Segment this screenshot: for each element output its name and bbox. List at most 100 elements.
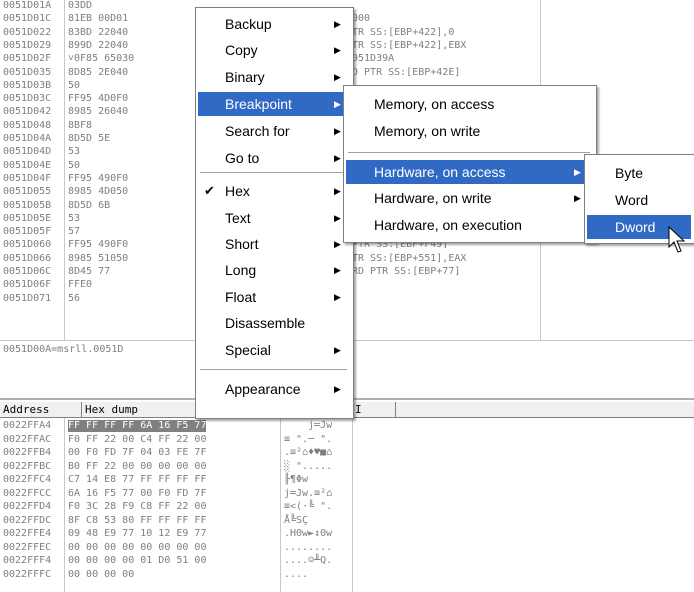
menu-item-search-for[interactable]: Search for ▶ xyxy=(198,119,349,143)
dump-row[interactable]: 0022FFF4 00 00 00 00 01 D0 51 00 ....☺╨Q. xyxy=(0,555,694,567)
dump-ascii: ╟¶Φw xyxy=(284,474,333,485)
menu-item-disassemble[interactable]: Disassemble xyxy=(198,311,349,335)
menu-item-label: Short xyxy=(225,236,259,252)
menu-item-label: Dword xyxy=(615,219,656,235)
menu-item-backup[interactable]: Backup ▶ xyxy=(198,12,349,36)
menu-item-label: Breakpoint xyxy=(225,96,292,112)
disasm-hex: 53 xyxy=(68,212,81,224)
disasm-address: 0051D06C xyxy=(3,266,52,277)
submenu-arrow-icon: ▶ xyxy=(334,265,341,275)
disasm-comment: 051D39A xyxy=(352,53,395,65)
disasm-hex: 8D5D 6B xyxy=(68,199,111,211)
disasm-comment: TR SS:[EBP+422],0 xyxy=(352,26,455,38)
menu-item-text[interactable]: Text ▶ xyxy=(198,206,349,230)
dump-row[interactable]: 0022FFEC 00 00 00 00 00 00 00 00........ xyxy=(0,542,694,554)
dump-ascii: j═Jw.≡²⌂ xyxy=(284,487,333,499)
disasm-address: 0051D055 xyxy=(3,186,52,198)
disasm-hex: 8D45 77 xyxy=(68,266,111,277)
dump-ascii: ░ "..... xyxy=(284,460,333,472)
menu-item-hex[interactable]: ✔ Hex ▶ xyxy=(198,179,349,203)
dump-address: 0022FFE4 xyxy=(3,528,52,539)
menu-item-long[interactable]: Long ▶ xyxy=(198,258,349,282)
menu-separator xyxy=(200,172,347,173)
dump-row[interactable]: 0022FFBC B0 FF 22 00 00 00 00 00 ░ "..... xyxy=(0,461,694,473)
menu-item-float[interactable]: Float ▶ xyxy=(198,285,349,309)
info-line: 0051D00A=msrll.0051D xyxy=(3,344,124,355)
menu-item-label: Long xyxy=(225,262,257,278)
dump-hex: 00 00 00 00 00 00 00 00 xyxy=(68,541,207,553)
dump-ascii: ≡<(·╚ ". xyxy=(284,501,333,512)
dump-row[interactable]: 0022FFE4 09 48 E9 77 10 12 E9 77 .HΘw►↕Θw xyxy=(0,528,694,540)
menu-item-label: Binary xyxy=(225,69,265,85)
breakpoint-memory-on-write[interactable]: Memory, on write xyxy=(346,119,592,143)
menu-item-breakpoint[interactable]: Breakpoint ▶ xyxy=(198,92,349,116)
menu-item-appearance[interactable]: Appearance ▶ xyxy=(198,377,349,401)
dump-row[interactable]: 0022FFDC 8F C8 53 80 FF FF FF FF Å╚SÇ xyxy=(0,515,694,527)
menu-item-label: Memory, on write xyxy=(374,123,481,139)
disasm-address: 0051D05E xyxy=(3,212,52,224)
menu-item-short[interactable]: Short ▶ xyxy=(198,232,349,256)
menu-item-label: Search for xyxy=(225,123,290,139)
menu-item-label: Word xyxy=(615,192,649,208)
submenu-arrow-icon: ▶ xyxy=(574,193,581,203)
disasm-address: 0051D05B xyxy=(3,199,52,211)
breakpoint-hardware-on-write[interactable]: Hardware, on write ▶ xyxy=(346,186,592,210)
menu-item-go-to[interactable]: Go to ▶ xyxy=(198,146,349,170)
disasm-hex: 50 xyxy=(68,159,81,171)
dump-hex: B0 FF 22 00 00 00 00 00 xyxy=(68,460,207,472)
dump-row[interactable]: 0022FFA4 FF FF FF FF 6A 16 F5 77 j═Jw xyxy=(0,420,694,432)
menu-item-label: Hardware, on access xyxy=(374,164,506,180)
menu-item-label: Hex xyxy=(225,183,250,199)
disasm-address: 0051D03B xyxy=(3,79,52,91)
disasm-comment: TR SS:[EBP+551],EAX xyxy=(352,252,467,264)
menu-item-label: Copy xyxy=(225,42,258,58)
dump-row[interactable]: 0022FFFC 00 00 00 00.... xyxy=(0,569,694,581)
dump-ascii: ........ xyxy=(284,541,333,553)
dump-ascii: j═Jw xyxy=(284,420,333,431)
disasm-address: 0051D01A xyxy=(3,0,52,11)
breakpoint-hardware-on-execution[interactable]: Hardware, on execution xyxy=(346,213,592,237)
column-header-address[interactable]: Address xyxy=(0,402,82,417)
menu-item-label: Backup xyxy=(225,16,272,32)
dump-address: 0022FFEC xyxy=(3,541,52,553)
menu-item-copy[interactable]: Copy ▶ xyxy=(198,38,349,62)
dump-row[interactable]: 0022FFC4 C7 14 E8 77 FF FF FF FF ╟¶Φw xyxy=(0,474,694,486)
column-header-ascii[interactable]: I xyxy=(352,402,396,417)
submenu-arrow-icon: ▶ xyxy=(334,384,341,394)
dump-hex: F0 3C 28 F9 C8 FF 22 00 xyxy=(68,501,207,512)
hex-dump-pane[interactable]: Address Hex dump I 0022FFA4 FF FF FF FF 6… xyxy=(0,398,694,592)
dump-address: 0022FFBC xyxy=(3,460,52,472)
menu-item-binary[interactable]: Binary ▶ xyxy=(198,65,349,89)
dump-address: 0022FFDC xyxy=(3,514,52,526)
submenu-arrow-icon: ▶ xyxy=(574,167,581,177)
dump-row[interactable]: 0022FFD4 F0 3C 28 F9 C8 FF 22 00 ≡<(·╚ ". xyxy=(0,501,694,513)
dump-address: 0022FFC4 xyxy=(3,474,52,485)
disasm-comment: TR SS:[EBP+422],EBX xyxy=(352,39,467,51)
breakpoint-memory-on-access[interactable]: Memory, on access xyxy=(346,92,592,116)
menu-item-label: Hardware, on write xyxy=(374,190,492,206)
dump-row[interactable]: 0022FFAC F0 FF 22 00 C4 FF 22 00 ≡ ".─ ". xyxy=(0,434,694,446)
disasm-hex: 83BD 22040 xyxy=(68,26,129,38)
dump-row[interactable]: 0022FFCC 6A 16 F5 77 00 F0 FD 7F j═Jw.≡²⌂ xyxy=(0,488,694,500)
size-word[interactable]: Word xyxy=(587,188,691,212)
dump-hex: FF FF FF FF 6A 16 F5 77 xyxy=(68,420,207,432)
disasm-hex: FF95 490F0 xyxy=(68,239,129,251)
dump-ascii: ....☺╨Q. xyxy=(284,555,333,566)
menu-item-special[interactable]: Special ▶ xyxy=(198,338,349,362)
dump-address: 0022FFB4 xyxy=(3,447,52,458)
disasm-hex: 03DD xyxy=(68,0,93,11)
disasm-address: 0051D04F xyxy=(3,172,52,184)
dump-row[interactable]: 0022FFB4 00 F0 FD 7F 04 03 FE 7F .≡²⌂♦♥■⌂ xyxy=(0,447,694,459)
breakpoint-hardware-on-access[interactable]: Hardware, on access ▶ xyxy=(346,160,592,184)
menu-separator xyxy=(200,369,347,370)
dump-address: 0022FFFC xyxy=(3,568,52,580)
disasm-address: 0051D060 xyxy=(3,239,52,251)
dump-address: 0022FFCC xyxy=(3,487,52,499)
size-byte[interactable]: Byte xyxy=(587,161,691,185)
disasm-hex: 8D85 2E040 xyxy=(68,66,129,78)
disasm-comment: 000 xyxy=(352,13,371,25)
dump-ascii: .HΘw►↕Θw xyxy=(284,528,333,539)
menu-item-label: Text xyxy=(225,210,251,226)
disasm-address: 0051D042 xyxy=(3,106,52,118)
submenu-arrow-icon: ▶ xyxy=(334,153,341,163)
